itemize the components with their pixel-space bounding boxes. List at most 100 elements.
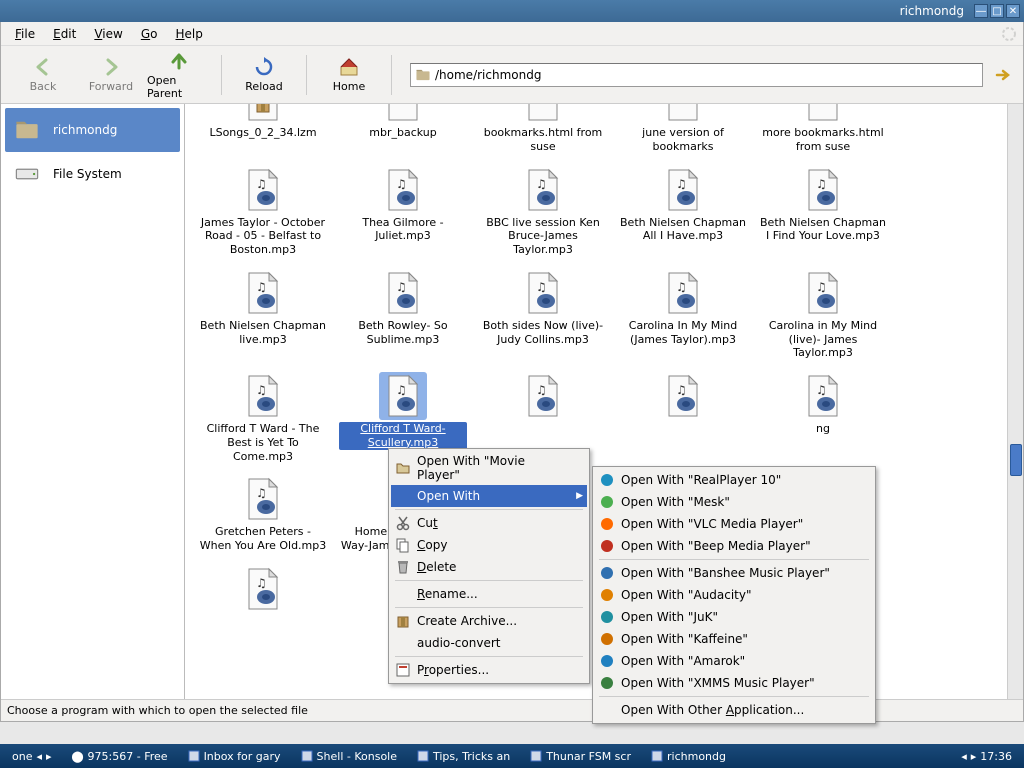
scrollbar[interactable]: [1007, 104, 1023, 699]
file-icon: [519, 104, 567, 124]
submenu-open-with-beep-media-player[interactable]: Open With "Beep Media Player": [595, 535, 873, 557]
file-item[interactable]: [193, 561, 333, 623]
sidebar-item-richmondg[interactable]: richmondg: [5, 108, 180, 152]
home-folder-icon: [11, 116, 43, 144]
app-icon: [599, 472, 615, 488]
forward-button[interactable]: Forward: [79, 51, 143, 99]
file-item[interactable]: Beth Nielsen Chapman All I Have.mp3: [613, 162, 753, 265]
file-item[interactable]: [613, 368, 753, 471]
location-input[interactable]: [435, 68, 978, 82]
submenu-open-with-amarok[interactable]: Open With "Amarok": [595, 650, 873, 672]
menu-view[interactable]: View: [86, 25, 130, 43]
ctx-delete[interactable]: Delete: [391, 556, 587, 578]
sidebar-item-file-system[interactable]: File System: [5, 152, 180, 196]
file-item[interactable]: Beth Nielsen Chapman I Find Your Love.mp…: [753, 162, 893, 265]
submenu-open-with-other-application[interactable]: Open With Other Application...: [595, 699, 873, 721]
taskbar-window[interactable]: Tips, Tricks an: [411, 749, 516, 764]
ctx-open-with-movie-player[interactable]: Open With "Movie Player": [391, 451, 587, 485]
open-with-submenu[interactable]: Open With "RealPlayer 10" Open With "Mesk…: [592, 466, 876, 724]
taskbar-window[interactable]: Thunar FSM scr: [524, 749, 637, 764]
file-label: more bookmarks.html from suse: [759, 126, 887, 154]
minimize-button[interactable]: ―: [974, 4, 988, 18]
file-item[interactable]: Carolina In My Mind (James Taylor).mp3: [613, 265, 753, 368]
home-button[interactable]: Home: [317, 51, 381, 99]
sidebar-item-label: richmondg: [53, 123, 117, 137]
submenu-open-with-banshee-music-player[interactable]: Open With "Banshee Music Player": [595, 562, 873, 584]
forward-label: Forward: [89, 80, 133, 93]
file-item[interactable]: Beth Rowley- So Sublime.mp3: [333, 265, 473, 368]
reload-label: Reload: [245, 80, 282, 93]
audio-icon: [239, 269, 287, 317]
file-item[interactable]: more bookmarks.html from suse: [753, 104, 893, 162]
taskbar-window[interactable]: richmondg: [645, 749, 732, 764]
menu-help[interactable]: Help: [167, 25, 210, 43]
file-item[interactable]: Both sides Now (live)- Judy Collins.mp3: [473, 265, 613, 368]
menu-go[interactable]: Go: [133, 25, 166, 43]
file-item[interactable]: ng: [753, 368, 893, 471]
file-item[interactable]: Carolina in My Mind (live)- James Taylor…: [753, 265, 893, 368]
submenu-open-with-realplayer[interactable]: Open With "RealPlayer 10": [595, 469, 873, 491]
taskbar-window[interactable]: Inbox for gary: [182, 749, 287, 764]
file-item[interactable]: LSongs_0_2_34.lzm: [193, 104, 333, 162]
submenu-item-label: Open With Other Application...: [621, 703, 804, 717]
window-titlebar: richmondg ― □ ✕: [0, 0, 1024, 22]
menu-file[interactable]: File: [7, 25, 43, 43]
file-item[interactable]: mbr_backup: [333, 104, 473, 162]
file-item[interactable]: BBC live session Ken Bruce-James Taylor.…: [473, 162, 613, 265]
ctx-open-with[interactable]: Open With▶: [391, 485, 587, 507]
ctx-properties[interactable]: Properties...: [391, 659, 587, 681]
audio-icon: [519, 269, 567, 317]
file-item[interactable]: Beth Nielsen Chapman live.mp3: [193, 265, 333, 368]
submenu-open-with-vlc-media-player[interactable]: Open With "VLC Media Player": [595, 513, 873, 535]
taskbar-clock[interactable]: ◂ ▸ 17:36: [955, 749, 1018, 764]
scrollbar-thumb[interactable]: [1010, 444, 1022, 476]
location-bar[interactable]: [410, 63, 983, 87]
file-item[interactable]: Clifford T Ward - The Best is Yet To Com…: [193, 368, 333, 471]
toolbar-separator: [391, 55, 392, 95]
up-icon: [168, 50, 190, 72]
submenu-item-label: Open With "Audacity": [621, 588, 752, 602]
reload-button[interactable]: Reload: [232, 51, 296, 99]
submenu-open-with-kaffeine[interactable]: Open With "Kaffeine": [595, 628, 873, 650]
ctx-audio-convert[interactable]: audio-convert: [391, 632, 587, 654]
context-menu[interactable]: Open With "Movie Player"Open With▶ CutCop…: [388, 448, 590, 684]
archive-icon: [239, 104, 287, 124]
submenu-open-with-mesk[interactable]: Open With "Mesk": [595, 491, 873, 513]
file-label: Carolina In My Mind (James Taylor).mp3: [619, 319, 747, 347]
file-item[interactable]: june version of bookmarks: [613, 104, 753, 162]
file-item[interactable]: Thea Gilmore - Juliet.mp3: [333, 162, 473, 265]
menu-edit[interactable]: Edit: [45, 25, 84, 43]
sidebar-item-label: File System: [53, 167, 122, 181]
audio-icon: [799, 166, 847, 214]
audio-icon: [239, 166, 287, 214]
submenu-item-label: Open With "Mesk": [621, 495, 730, 509]
file-label: LSongs_0_2_34.lzm: [209, 126, 316, 140]
go-button[interactable]: [993, 65, 1013, 85]
submenu-open-with-juk[interactable]: Open With "JuK": [595, 606, 873, 628]
home-icon: [338, 56, 360, 78]
audio-icon: [379, 372, 427, 420]
file-item[interactable]: bookmarks.html from suse: [473, 104, 613, 162]
open-parent-button[interactable]: Open Parent: [147, 51, 211, 99]
reload-icon: [253, 56, 275, 78]
app-icon: [599, 631, 615, 647]
maximize-button[interactable]: □: [990, 4, 1004, 18]
taskbar-window[interactable]: Shell - Konsole: [295, 749, 403, 764]
menu-separator: [599, 559, 869, 560]
ctx-create-archive[interactable]: Create Archive...: [391, 610, 587, 632]
ctx-copy[interactable]: Copy: [391, 534, 587, 556]
submenu-open-with-xmms-music-player[interactable]: Open With "XMMS Music Player": [595, 672, 873, 694]
back-button[interactable]: Back: [11, 51, 75, 99]
desktop-switcher[interactable]: one ◂ ▸: [6, 749, 58, 764]
file-item[interactable]: Gretchen Peters - When You Are Old.mp3: [193, 471, 333, 561]
file-label: Beth Rowley- So Sublime.mp3: [339, 319, 467, 347]
submenu-open-with-audacity[interactable]: Open With "Audacity": [595, 584, 873, 606]
file-item[interactable]: James Taylor - October Road - 05 - Belfa…: [193, 162, 333, 265]
taskbar[interactable]: one ◂ ▸ ⬤ 975:567 - Free Inbox for garyS…: [0, 744, 1024, 768]
ctx-rename[interactable]: Rename...: [391, 583, 587, 605]
window-title: richmondg: [900, 4, 964, 18]
close-button[interactable]: ✕: [1006, 4, 1020, 18]
sidebar: richmondg File System: [1, 104, 185, 699]
file-label: Carolina in My Mind (live)- James Taylor…: [759, 319, 887, 360]
ctx-cut[interactable]: Cut: [391, 512, 587, 534]
